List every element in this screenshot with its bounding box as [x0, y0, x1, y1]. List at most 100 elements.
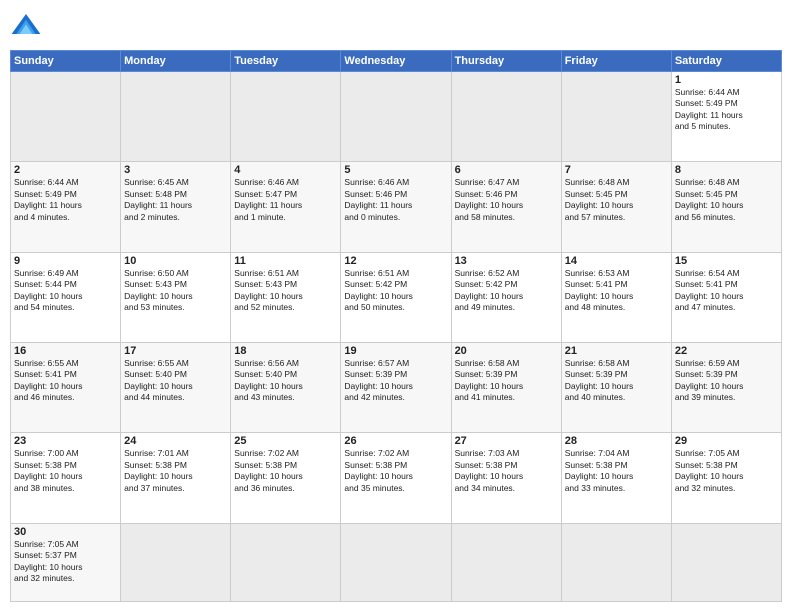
day-number: 2 [14, 164, 117, 176]
calendar-cell: 30Sunrise: 7:05 AM Sunset: 5:37 PM Dayli… [11, 523, 121, 601]
day-info: Sunrise: 7:01 AM Sunset: 5:38 PM Dayligh… [124, 448, 227, 494]
logo [10, 10, 46, 42]
day-info: Sunrise: 6:52 AM Sunset: 5:42 PM Dayligh… [455, 268, 558, 314]
day-number: 11 [234, 255, 337, 267]
calendar-cell: 24Sunrise: 7:01 AM Sunset: 5:38 PM Dayli… [121, 433, 231, 523]
week-row-5: 23Sunrise: 7:00 AM Sunset: 5:38 PM Dayli… [11, 433, 782, 523]
week-row-2: 2Sunrise: 6:44 AM Sunset: 5:49 PM Daylig… [11, 162, 782, 252]
day-number: 17 [124, 345, 227, 357]
calendar-cell: 5Sunrise: 6:46 AM Sunset: 5:46 PM Daylig… [341, 162, 451, 252]
calendar-cell: 25Sunrise: 7:02 AM Sunset: 5:38 PM Dayli… [231, 433, 341, 523]
calendar-cell: 10Sunrise: 6:50 AM Sunset: 5:43 PM Dayli… [121, 252, 231, 342]
day-info: Sunrise: 7:05 AM Sunset: 5:37 PM Dayligh… [14, 539, 117, 585]
day-number: 10 [124, 255, 227, 267]
calendar-cell [121, 72, 231, 162]
calendar-cell [231, 72, 341, 162]
calendar-cell: 7Sunrise: 6:48 AM Sunset: 5:45 PM Daylig… [561, 162, 671, 252]
header [10, 10, 782, 42]
calendar-cell [561, 523, 671, 601]
day-number: 23 [14, 435, 117, 447]
day-info: Sunrise: 6:44 AM Sunset: 5:49 PM Dayligh… [675, 87, 778, 133]
weekday-header-friday: Friday [561, 51, 671, 72]
day-number: 29 [675, 435, 778, 447]
day-number: 26 [344, 435, 447, 447]
calendar-cell: 3Sunrise: 6:45 AM Sunset: 5:48 PM Daylig… [121, 162, 231, 252]
day-info: Sunrise: 6:46 AM Sunset: 5:46 PM Dayligh… [344, 177, 447, 223]
day-info: Sunrise: 7:04 AM Sunset: 5:38 PM Dayligh… [565, 448, 668, 494]
day-number: 1 [675, 74, 778, 86]
weekday-header-monday: Monday [121, 51, 231, 72]
calendar-cell: 13Sunrise: 6:52 AM Sunset: 5:42 PM Dayli… [451, 252, 561, 342]
day-number: 27 [455, 435, 558, 447]
day-number: 8 [675, 164, 778, 176]
day-number: 9 [14, 255, 117, 267]
weekday-header-tuesday: Tuesday [231, 51, 341, 72]
day-number: 25 [234, 435, 337, 447]
day-info: Sunrise: 7:00 AM Sunset: 5:38 PM Dayligh… [14, 448, 117, 494]
calendar-cell: 9Sunrise: 6:49 AM Sunset: 5:44 PM Daylig… [11, 252, 121, 342]
calendar-cell [121, 523, 231, 601]
day-number: 20 [455, 345, 558, 357]
day-info: Sunrise: 6:55 AM Sunset: 5:40 PM Dayligh… [124, 358, 227, 404]
calendar-cell [451, 72, 561, 162]
calendar-cell: 20Sunrise: 6:58 AM Sunset: 5:39 PM Dayli… [451, 342, 561, 432]
day-number: 6 [455, 164, 558, 176]
day-number: 3 [124, 164, 227, 176]
day-info: Sunrise: 7:03 AM Sunset: 5:38 PM Dayligh… [455, 448, 558, 494]
day-info: Sunrise: 7:02 AM Sunset: 5:38 PM Dayligh… [344, 448, 447, 494]
calendar-cell: 16Sunrise: 6:55 AM Sunset: 5:41 PM Dayli… [11, 342, 121, 432]
calendar-cell: 11Sunrise: 6:51 AM Sunset: 5:43 PM Dayli… [231, 252, 341, 342]
day-info: Sunrise: 6:53 AM Sunset: 5:41 PM Dayligh… [565, 268, 668, 314]
calendar-cell [341, 523, 451, 601]
calendar-cell: 26Sunrise: 7:02 AM Sunset: 5:38 PM Dayli… [341, 433, 451, 523]
day-number: 4 [234, 164, 337, 176]
calendar-cell: 21Sunrise: 6:58 AM Sunset: 5:39 PM Dayli… [561, 342, 671, 432]
calendar-cell: 6Sunrise: 6:47 AM Sunset: 5:46 PM Daylig… [451, 162, 561, 252]
day-info: Sunrise: 7:02 AM Sunset: 5:38 PM Dayligh… [234, 448, 337, 494]
calendar-cell: 17Sunrise: 6:55 AM Sunset: 5:40 PM Dayli… [121, 342, 231, 432]
calendar-cell: 14Sunrise: 6:53 AM Sunset: 5:41 PM Dayli… [561, 252, 671, 342]
day-info: Sunrise: 6:47 AM Sunset: 5:46 PM Dayligh… [455, 177, 558, 223]
day-number: 13 [455, 255, 558, 267]
calendar-cell [561, 72, 671, 162]
calendar-cell [671, 523, 781, 601]
week-row-3: 9Sunrise: 6:49 AM Sunset: 5:44 PM Daylig… [11, 252, 782, 342]
day-info: Sunrise: 6:54 AM Sunset: 5:41 PM Dayligh… [675, 268, 778, 314]
day-info: Sunrise: 6:58 AM Sunset: 5:39 PM Dayligh… [565, 358, 668, 404]
day-info: Sunrise: 6:48 AM Sunset: 5:45 PM Dayligh… [565, 177, 668, 223]
calendar-cell: 15Sunrise: 6:54 AM Sunset: 5:41 PM Dayli… [671, 252, 781, 342]
calendar-cell: 29Sunrise: 7:05 AM Sunset: 5:38 PM Dayli… [671, 433, 781, 523]
day-info: Sunrise: 6:56 AM Sunset: 5:40 PM Dayligh… [234, 358, 337, 404]
day-info: Sunrise: 6:45 AM Sunset: 5:48 PM Dayligh… [124, 177, 227, 223]
calendar: SundayMondayTuesdayWednesdayThursdayFrid… [10, 50, 782, 602]
day-info: Sunrise: 6:46 AM Sunset: 5:47 PM Dayligh… [234, 177, 337, 223]
day-number: 18 [234, 345, 337, 357]
week-row-1: 1Sunrise: 6:44 AM Sunset: 5:49 PM Daylig… [11, 72, 782, 162]
calendar-cell: 18Sunrise: 6:56 AM Sunset: 5:40 PM Dayli… [231, 342, 341, 432]
day-info: Sunrise: 6:59 AM Sunset: 5:39 PM Dayligh… [675, 358, 778, 404]
calendar-cell [451, 523, 561, 601]
calendar-cell: 27Sunrise: 7:03 AM Sunset: 5:38 PM Dayli… [451, 433, 561, 523]
weekday-header-sunday: Sunday [11, 51, 121, 72]
calendar-cell: 12Sunrise: 6:51 AM Sunset: 5:42 PM Dayli… [341, 252, 451, 342]
day-number: 30 [14, 526, 117, 538]
day-info: Sunrise: 6:44 AM Sunset: 5:49 PM Dayligh… [14, 177, 117, 223]
calendar-cell [11, 72, 121, 162]
day-info: Sunrise: 6:51 AM Sunset: 5:42 PM Dayligh… [344, 268, 447, 314]
weekday-header-thursday: Thursday [451, 51, 561, 72]
calendar-cell: 4Sunrise: 6:46 AM Sunset: 5:47 PM Daylig… [231, 162, 341, 252]
day-number: 12 [344, 255, 447, 267]
day-info: Sunrise: 6:55 AM Sunset: 5:41 PM Dayligh… [14, 358, 117, 404]
day-info: Sunrise: 7:05 AM Sunset: 5:38 PM Dayligh… [675, 448, 778, 494]
day-info: Sunrise: 6:50 AM Sunset: 5:43 PM Dayligh… [124, 268, 227, 314]
week-row-4: 16Sunrise: 6:55 AM Sunset: 5:41 PM Dayli… [11, 342, 782, 432]
calendar-cell: 8Sunrise: 6:48 AM Sunset: 5:45 PM Daylig… [671, 162, 781, 252]
calendar-cell: 22Sunrise: 6:59 AM Sunset: 5:39 PM Dayli… [671, 342, 781, 432]
day-number: 22 [675, 345, 778, 357]
day-number: 14 [565, 255, 668, 267]
day-info: Sunrise: 6:48 AM Sunset: 5:45 PM Dayligh… [675, 177, 778, 223]
day-number: 16 [14, 345, 117, 357]
weekday-header-saturday: Saturday [671, 51, 781, 72]
day-info: Sunrise: 6:57 AM Sunset: 5:39 PM Dayligh… [344, 358, 447, 404]
day-info: Sunrise: 6:51 AM Sunset: 5:43 PM Dayligh… [234, 268, 337, 314]
